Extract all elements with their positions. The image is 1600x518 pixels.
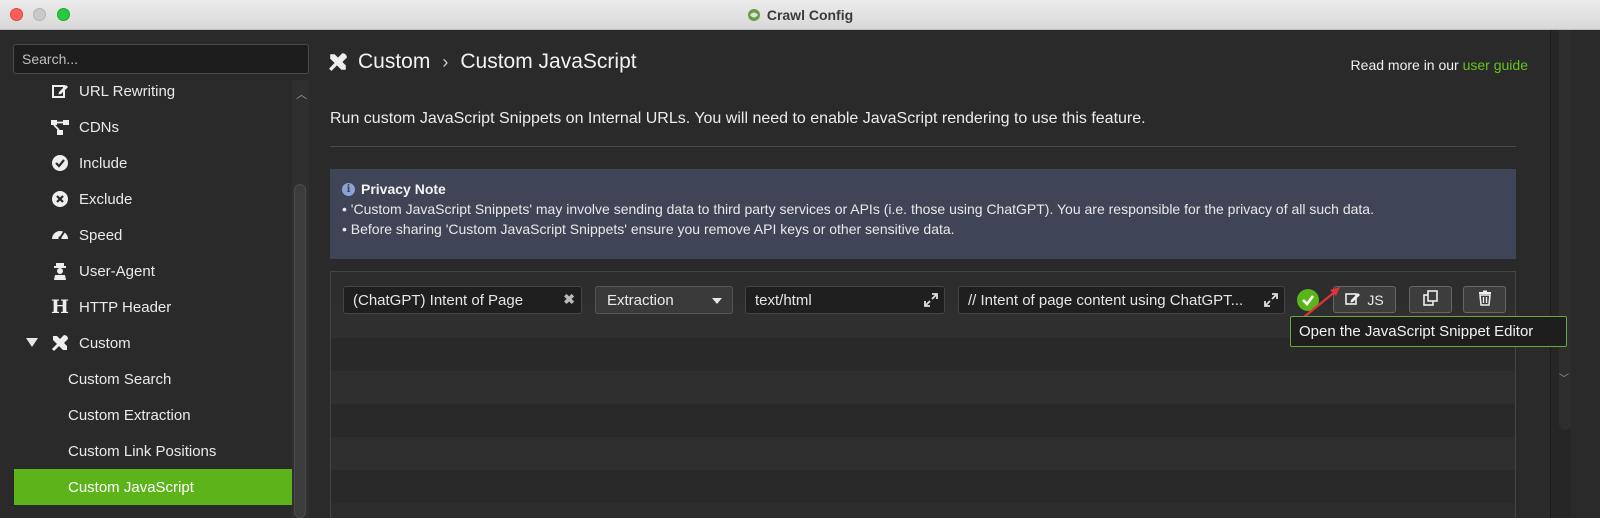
snippet-code-input[interactable]: // Intent of page content using ChatGPT.… (958, 286, 1285, 314)
expand-icon[interactable] (924, 293, 938, 311)
main-panel: Custom › Custom JavaScript Read more in … (320, 30, 1546, 518)
sidebar-item-custom-link-positions[interactable]: Custom Link Positions (14, 433, 292, 469)
delete-button[interactable] (1463, 286, 1506, 313)
scroll-down-icon[interactable]: ﹀ (1559, 370, 1569, 385)
user-guide-note: Read more in our user guide (1350, 57, 1528, 73)
breadcrumb-current: Custom JavaScript (460, 50, 637, 73)
page-description: Run custom JavaScript Snippets on Intern… (330, 110, 1146, 127)
duplicate-button[interactable] (1409, 286, 1452, 313)
sidebar-item-custom-search[interactable]: Custom Search (14, 361, 292, 397)
breadcrumb-separator: › (442, 51, 449, 72)
user-guide-link[interactable]: user guide (1463, 57, 1528, 73)
window-title: Crawl Config (766, 7, 854, 23)
sidebar: Search... URL Rewriting CDNs Include Exc… (0, 30, 320, 518)
app-logo-icon (747, 8, 761, 22)
sidebar-item-custom[interactable]: Custom (14, 325, 292, 361)
sidebar-item-custom-extraction[interactable]: Custom Extraction (14, 397, 292, 433)
content-type-input[interactable]: text/html (745, 286, 945, 314)
breadcrumb-parent: Custom (358, 50, 431, 73)
scroll-up-icon[interactable]: ︿ (296, 86, 307, 102)
sidebar-item-url-rewriting[interactable]: URL Rewriting (14, 73, 292, 109)
sidebar-item-custom-javascript[interactable]: Custom JavaScript (14, 469, 292, 505)
privacy-note-title: Privacy Note (361, 181, 446, 197)
tools-icon (50, 333, 70, 353)
expand-icon[interactable] (1264, 293, 1278, 311)
table-row (331, 371, 1515, 404)
js-editor-tooltip: Open the JavaScript Snippet Editor (1290, 316, 1567, 347)
privacy-note-line: • Before sharing 'Custom JavaScript Snip… (342, 221, 955, 237)
snippet-name-input[interactable]: (ChatGPT) Intent of Page ✖ (343, 286, 582, 314)
table-row (331, 437, 1515, 470)
sidebar-scrollbar[interactable]: ︿ (292, 80, 309, 518)
annotation-arrow-icon (1303, 287, 1340, 318)
chevron-down-icon (712, 298, 722, 304)
pencil-square-icon (50, 81, 70, 101)
sidebar-item-http-header[interactable]: H HTTP Header (14, 289, 292, 325)
clear-icon[interactable]: ✖ (563, 291, 575, 308)
main-scrollbar[interactable]: ﹀ (1546, 30, 1600, 518)
page-title: Custom › Custom JavaScript (328, 50, 637, 74)
network-icon (50, 117, 70, 137)
table-row (331, 404, 1515, 437)
gauge-icon (50, 225, 70, 245)
expand-caret-icon[interactable] (26, 338, 38, 347)
table-row (331, 470, 1515, 503)
x-circle-icon (50, 189, 70, 209)
sidebar-item-cdns[interactable]: CDNs (14, 109, 292, 145)
h-icon: H (51, 296, 69, 318)
info-icon: i (342, 182, 355, 196)
sidebar-item-exclude[interactable]: Exclude (14, 181, 292, 217)
tools-icon (328, 52, 348, 72)
sidebar-item-include[interactable]: Include (14, 145, 292, 181)
copy-icon (1422, 290, 1439, 309)
privacy-note-panel: i Privacy Note • 'Custom JavaScript Snip… (330, 169, 1516, 259)
divider (330, 146, 1516, 147)
sidebar-search-input[interactable]: Search... (13, 44, 309, 74)
snippet-type-select[interactable]: Extraction (595, 286, 733, 314)
sidebar-scroll-thumb[interactable] (294, 184, 306, 518)
agent-icon (50, 261, 70, 281)
sidebar-nav: URL Rewriting CDNs Include Exclude Speed… (14, 72, 292, 518)
sidebar-item-user-agent[interactable]: User-Agent (14, 253, 292, 289)
sidebar-item-speed[interactable]: Speed (14, 217, 292, 253)
trash-icon (1478, 290, 1492, 309)
check-circle-icon (50, 153, 70, 173)
privacy-note-line: • 'Custom JavaScript Snippets' may invol… (342, 201, 1374, 217)
window-titlebar: Crawl Config (0, 0, 1600, 30)
